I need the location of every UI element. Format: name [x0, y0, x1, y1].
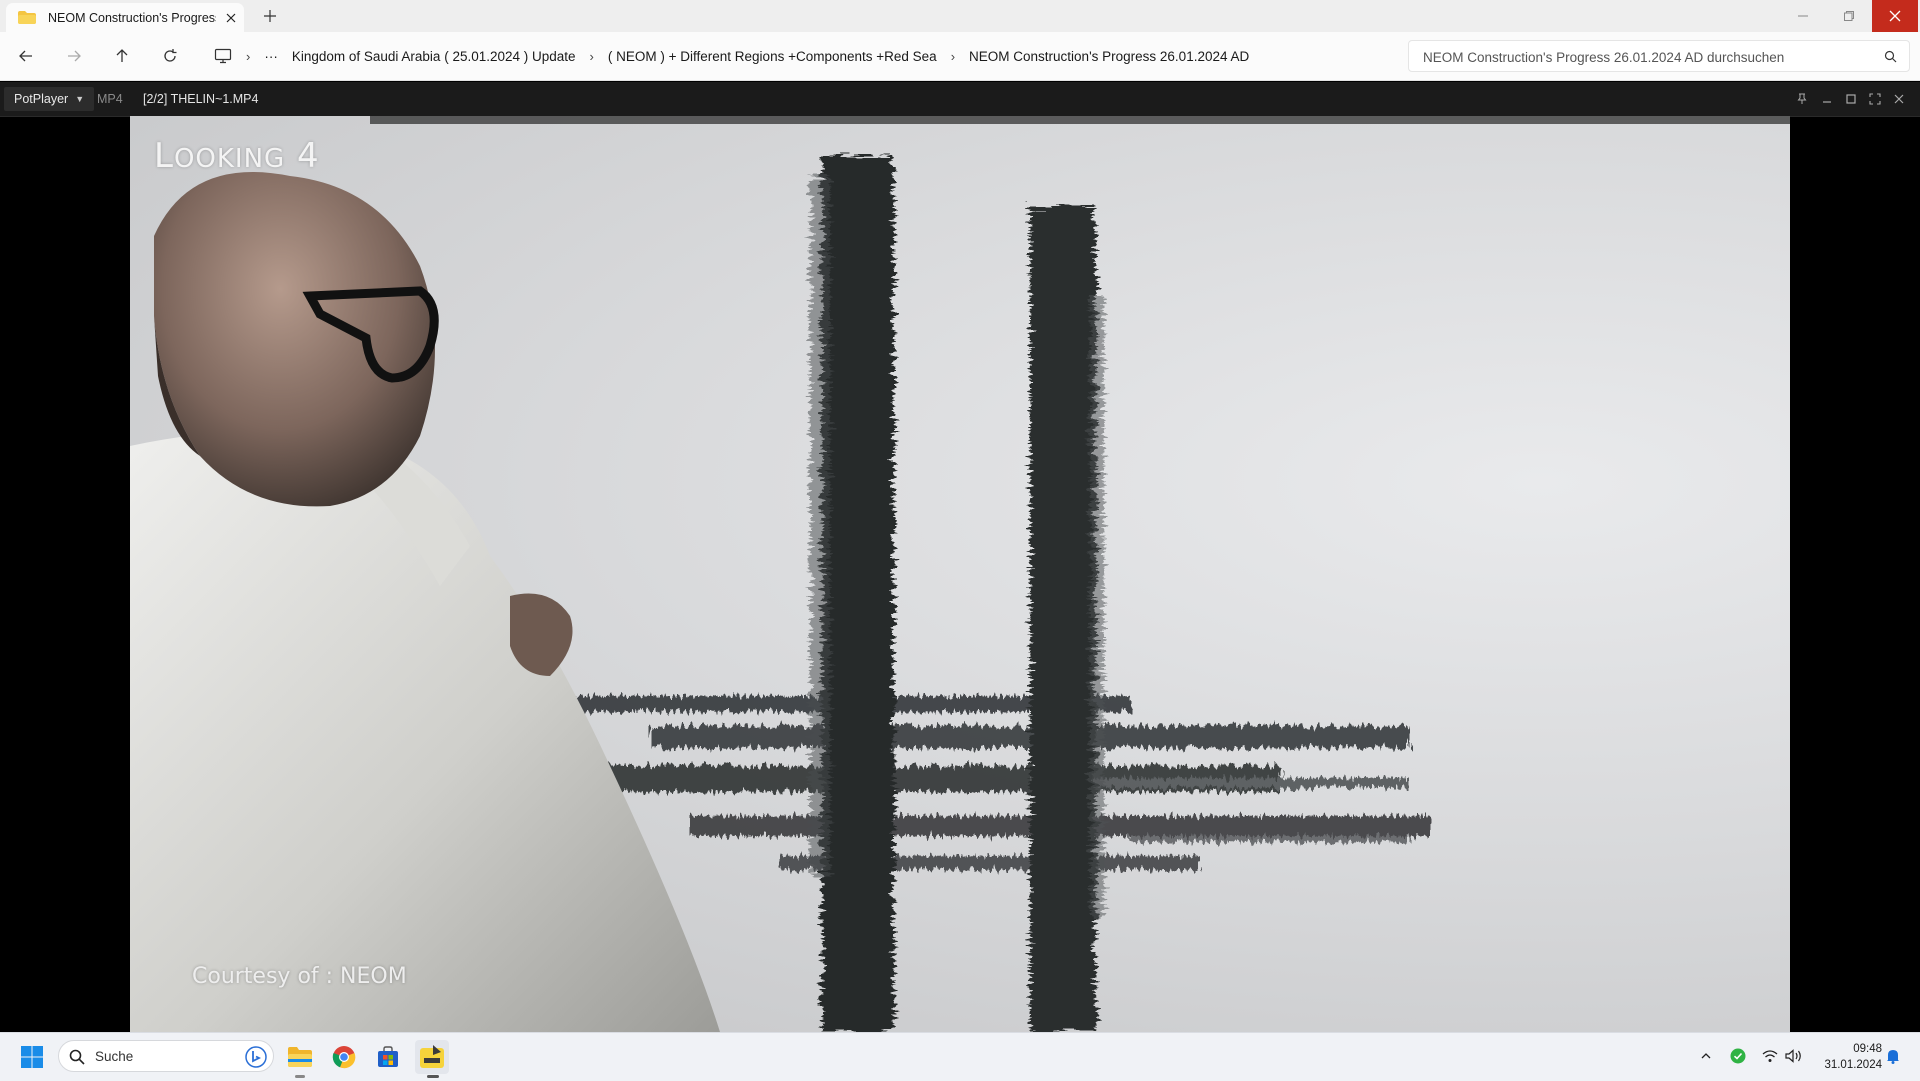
player-maximize-button[interactable]	[1843, 91, 1859, 107]
taskbar-potplayer[interactable]	[415, 1040, 449, 1074]
windows-start-icon	[21, 1046, 43, 1068]
breadcrumb: › ··· Kingdom of Saudi Arabia ( 25.01.20…	[200, 40, 1400, 72]
arrow-up-icon	[116, 49, 128, 62]
taskbar-search-input[interactable]	[93, 1048, 227, 1065]
minimize-icon	[1823, 101, 1831, 103]
chevron-down-icon: ▼	[75, 94, 85, 104]
explorer-search-box[interactable]	[1408, 40, 1910, 72]
show-hidden-icons-button[interactable]	[1697, 1047, 1715, 1065]
breadcrumb-overflow[interactable]: ···	[264, 49, 278, 64]
microsoft-store-icon	[378, 1046, 398, 1067]
back-button[interactable]	[16, 46, 36, 66]
tray-volume-button[interactable]	[1785, 1047, 1803, 1065]
close-icon	[1894, 94, 1904, 104]
breadcrumb-item-ksa[interactable]: Kingdom of Saudi Arabia ( 25.01.2024 ) U…	[292, 49, 576, 64]
clock-date: 31.01.2024	[1824, 1059, 1882, 1071]
notification-button[interactable]	[1884, 1047, 1902, 1065]
bell-icon	[1887, 1050, 1899, 1064]
media-file-label: [2/2] THELIN~1.MP4	[143, 92, 259, 106]
potplayer-icon	[420, 1045, 444, 1068]
breadcrumb-item-current[interactable]: NEOM Construction's Progress 26.01.2024 …	[969, 49, 1249, 64]
this-pc-icon[interactable]	[214, 48, 232, 64]
player-close-button[interactable]	[1891, 91, 1907, 107]
chevron-up-icon	[1701, 1053, 1711, 1059]
restore-button[interactable]	[1826, 0, 1872, 32]
tray-security-button[interactable]	[1729, 1047, 1747, 1065]
restore-icon	[1844, 11, 1854, 21]
refresh-button[interactable]	[160, 46, 180, 66]
explorer-tab[interactable]: NEOM Construction's Progress 26.01.2024 …	[6, 3, 244, 32]
potplayer-running-indicator	[427, 1075, 439, 1078]
chevron-right-icon: ›	[246, 48, 251, 64]
clock-time: 09:48	[1853, 1043, 1882, 1055]
chevron-right-icon: ›	[589, 48, 594, 64]
forward-button[interactable]	[64, 46, 84, 66]
file-explorer-icon	[288, 1047, 312, 1067]
video-overlay-credit: Courtesy of : NEOM	[192, 964, 407, 989]
tab-title: NEOM Construction's Progress 26.01.2024 …	[48, 10, 216, 25]
arrow-right-icon	[68, 50, 81, 62]
minimize-button[interactable]	[1780, 0, 1826, 32]
refresh-icon	[164, 49, 177, 62]
explorer-running-indicator	[295, 1075, 305, 1078]
start-button[interactable]	[15, 1040, 49, 1074]
potplayer-window: PotPlayer ▼ MP4 [2/2] THELIN~1.MP4 LOOKI…	[0, 82, 1920, 1032]
taskbar-chrome[interactable]	[327, 1040, 361, 1074]
taskbar-clock[interactable]: 09:48 31.01.2024	[1810, 1041, 1882, 1073]
arrow-left-icon	[19, 50, 32, 62]
explorer-search-input[interactable]	[1421, 47, 1865, 67]
address-toolbar: › ··· Kingdom of Saudi Arabia ( 25.01.20…	[0, 32, 1920, 81]
volume-icon	[1785, 1049, 1801, 1063]
taskbar-file-explorer[interactable]	[283, 1040, 317, 1074]
potplayer-title-bar: PotPlayer ▼ MP4 [2/2] THELIN~1.MP4	[0, 82, 1920, 117]
wifi-icon	[1762, 1050, 1778, 1062]
video-scene-illustration	[130, 116, 1790, 1032]
maximize-icon	[1846, 94, 1856, 104]
new-tab-icon[interactable]	[262, 8, 278, 24]
potplayer-menu-button[interactable]: PotPlayer ▼	[4, 87, 95, 111]
video-frame[interactable]: LOOKING 4 Courtesy of : NEOM	[130, 116, 1790, 1032]
chevron-right-icon: ›	[950, 48, 956, 64]
media-format-label: MP4	[97, 92, 123, 106]
search-icon[interactable]	[1884, 50, 1897, 63]
player-fullscreen-button[interactable]	[1867, 91, 1883, 107]
taskbar-microsoft-store[interactable]	[371, 1040, 405, 1074]
minimize-icon	[1798, 15, 1808, 17]
chrome-icon	[332, 1046, 356, 1069]
search-icon	[69, 1049, 85, 1065]
explorer-tab-bar: NEOM Construction's Progress 26.01.2024 …	[0, 0, 1920, 32]
security-check-icon	[1730, 1048, 1746, 1064]
up-button[interactable]	[112, 46, 132, 66]
close-tab-icon[interactable]	[224, 11, 238, 25]
fullscreen-icon	[1869, 93, 1881, 105]
pin-button[interactable]	[1794, 91, 1810, 107]
bing-icon[interactable]	[245, 1046, 267, 1068]
taskbar: 09:48 31.01.2024	[0, 1032, 1920, 1081]
potplayer-app-name: PotPlayer	[14, 92, 69, 106]
video-overlay-title: LOOKING 4	[154, 136, 320, 176]
tray-network-button[interactable]	[1761, 1047, 1779, 1065]
close-icon	[1889, 10, 1901, 22]
pin-icon	[1797, 93, 1807, 104]
player-minimize-button[interactable]	[1819, 91, 1835, 107]
folder-icon	[18, 11, 36, 24]
taskbar-search[interactable]	[58, 1040, 274, 1072]
close-window-button[interactable]	[1872, 0, 1918, 32]
breadcrumb-item-neom-regions[interactable]: ( NEOM ) + Different Regions +Components…	[608, 49, 937, 64]
